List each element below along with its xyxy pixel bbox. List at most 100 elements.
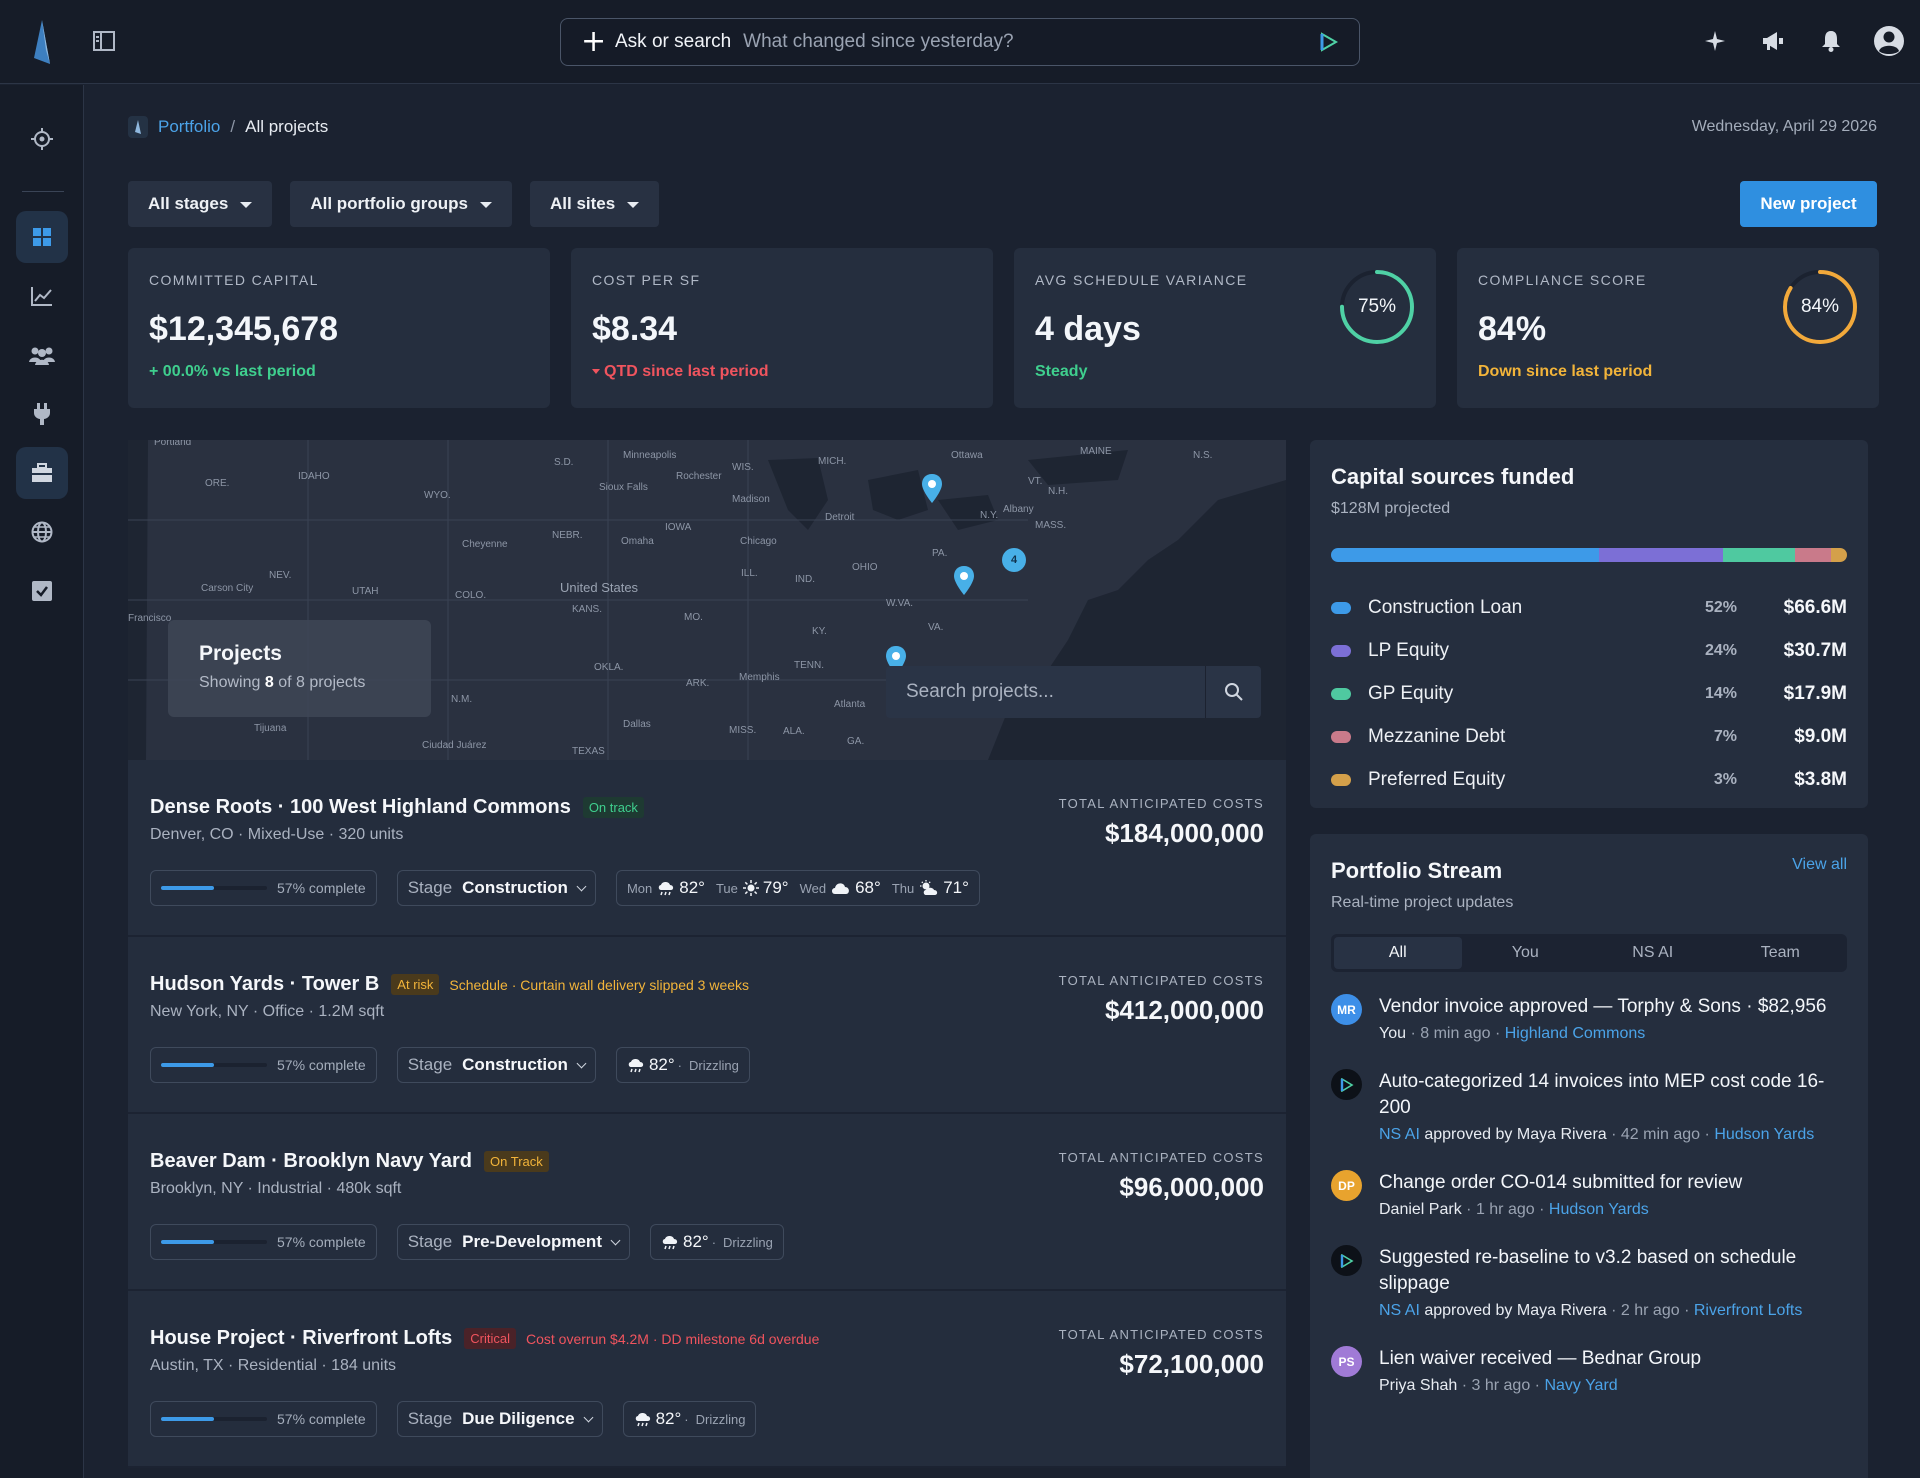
capital-bar-segment	[1599, 548, 1724, 562]
map-label: Chicago	[740, 536, 777, 547]
sidebar-item-global[interactable]	[16, 506, 68, 558]
megaphone-icon[interactable]	[1756, 24, 1790, 58]
kpi-cost-per-sf[interactable]: COST PER SF $8.34 QTD since last period	[571, 248, 993, 408]
source-value: $17.9M	[1783, 682, 1847, 704]
breadcrumb-portfolio-link[interactable]: Portfolio	[158, 117, 220, 137]
capital-source-row[interactable]: Preferred Equity 3% $3.8M	[1331, 758, 1847, 801]
map-pin-icon[interactable]	[953, 566, 975, 596]
sidebar-item-tasks[interactable]	[16, 565, 68, 617]
tab-ns-ai[interactable]: NS AI	[1589, 937, 1717, 969]
global-search[interactable]: + Ask or search What changed since yeste…	[560, 18, 1360, 66]
cost-label: TOTAL ANTICIPATED COSTS	[1058, 796, 1264, 811]
kpi-committed-capital[interactable]: COMMITTED CAPITAL $12,345,678 + 00.0% vs…	[128, 248, 550, 408]
project-name[interactable]: House Project · Riverfront Lofts	[150, 1327, 452, 1350]
map-cluster-marker[interactable]: 4	[1002, 548, 1026, 572]
app-logo[interactable]	[30, 20, 54, 64]
capital-bar-segment	[1723, 548, 1796, 562]
stage-label: Stage	[407, 1409, 453, 1428]
project-link[interactable]: Highland Commons	[1505, 1025, 1646, 1042]
bell-icon[interactable]	[1814, 24, 1848, 58]
map-label: TEXAS	[572, 746, 605, 757]
project-link[interactable]: Navy Yard	[1544, 1377, 1617, 1394]
sidebar-item-integrations[interactable]	[16, 388, 68, 440]
avatar-initials: MR	[1337, 1002, 1356, 1017]
ai-assistant-icon[interactable]	[1319, 32, 1339, 52]
project-card[interactable]: Dense Roots · 100 West Highland Commons …	[128, 760, 1286, 937]
project-link[interactable]: Hudson Yards	[1714, 1126, 1814, 1143]
kpi-schedule-variance[interactable]: AVG SCHEDULE VARIANCE 4 days Steady 75%	[1014, 248, 1436, 408]
progress-ring: 84%	[1781, 268, 1859, 346]
sidebar-toggle-icon[interactable]	[93, 31, 115, 51]
stream-item[interactable]: PS Lien waiver received — Bednar Group Pri…	[1331, 1346, 1847, 1395]
map-label: NEV.	[269, 570, 292, 581]
avatar: MR	[1331, 994, 1362, 1025]
project-name-row: House Project · Riverfront Lofts Critica…	[150, 1327, 819, 1350]
weather-condition: Drizzling	[723, 1234, 773, 1250]
stream-item-title: Lien waiver received — Bednar Group	[1379, 1348, 1702, 1369]
map-label: Ciudad Juárez	[422, 740, 487, 751]
plug-icon	[34, 403, 50, 425]
timestamp: 3 hr ago	[1471, 1377, 1531, 1394]
project-card[interactable]: Hudson Yards · Tower B At risk Schedule …	[128, 937, 1286, 1114]
sidebar-item-analytics[interactable]	[16, 270, 68, 322]
chevron-down-icon	[576, 881, 587, 891]
stream-item[interactable]: Auto-categorized 14 invoices into MEP co…	[1331, 1069, 1847, 1144]
project-name[interactable]: Dense Roots · 100 West Highland Commons	[150, 796, 571, 819]
search-button[interactable]	[1205, 666, 1261, 718]
search-placeholder[interactable]: What changed since yesterday?	[743, 31, 1319, 53]
avatar-initials: PS	[1338, 1354, 1355, 1369]
new-project-button[interactable]: New project	[1740, 181, 1877, 227]
project-card[interactable]: Beaver Dam · Brooklyn Navy Yard On Track…	[128, 1114, 1286, 1291]
tab-you[interactable]: You	[1462, 937, 1590, 969]
map-label: TENN.	[794, 660, 824, 671]
capital-source-row[interactable]: LP Equity 24% $30.7M	[1331, 629, 1847, 672]
map-label: United States	[560, 580, 639, 595]
sidebar-item-dashboard[interactable]	[16, 211, 68, 263]
ai-tag[interactable]: NS AI	[1379, 1126, 1420, 1143]
map-label: N.Y.	[980, 510, 999, 521]
plus-icon[interactable]: +	[581, 27, 606, 57]
filter-portfolio-groups-dropdown[interactable]: All portfolio groups	[290, 181, 513, 227]
project-name[interactable]: Hudson Yards · Tower B	[150, 973, 379, 996]
view-all-link[interactable]: View all	[1792, 856, 1847, 874]
filter-stages-dropdown[interactable]: All stages	[128, 181, 273, 227]
stage-dropdown[interactable]: Stage Construction	[396, 1047, 596, 1083]
project-link[interactable]: Riverfront Lofts	[1694, 1302, 1802, 1319]
stream-item[interactable]: DP Change order CO-014 submitted for revi…	[1331, 1170, 1847, 1219]
map-label: Atlanta	[834, 699, 866, 710]
tab-all[interactable]: All	[1334, 937, 1462, 969]
stream-item[interactable]: Suggested re-baseline to v3.2 based on s…	[1331, 1245, 1847, 1320]
sidebar-item-projects[interactable]	[16, 447, 68, 499]
project-name[interactable]: Beaver Dam · Brooklyn Navy Yard	[150, 1150, 472, 1173]
capital-source-row[interactable]: Construction Loan 52% $66.6M	[1331, 586, 1847, 629]
map-label: MISS.	[729, 725, 757, 736]
search-projects-input[interactable]	[886, 666, 1205, 718]
timestamp: 42 min ago	[1620, 1126, 1701, 1143]
projects-map[interactable]: Minneapolis Ottawa MAINE N.S. MICH. Roch…	[128, 440, 1286, 760]
map-label: COLO.	[455, 590, 487, 601]
stream-item-body: Auto-categorized 14 invoices into MEP co…	[1379, 1069, 1847, 1144]
stage-dropdown[interactable]: Stage Due Diligence	[396, 1401, 603, 1437]
stream-item[interactable]: MR Vendor invoice approved — Torphy & Son…	[1331, 994, 1847, 1043]
approver: approved by Maya Rivera	[1424, 1302, 1607, 1319]
capital-source-row[interactable]: GP Equity 14% $17.9M	[1331, 672, 1847, 715]
actor: You	[1379, 1025, 1406, 1042]
project-card[interactable]: House Project · Riverfront Lofts Critica…	[128, 1291, 1286, 1468]
map-pin-icon[interactable]	[921, 474, 943, 504]
filter-sites-dropdown[interactable]: All sites	[530, 181, 660, 227]
sidebar-item-team[interactable]	[16, 329, 68, 381]
kpi-compliance-score[interactable]: COMPLIANCE SCORE 84% Down since last per…	[1457, 248, 1879, 408]
project-link[interactable]: Hudson Yards	[1549, 1201, 1649, 1218]
sparkle-icon[interactable]	[1698, 24, 1732, 58]
sidebar-item-target[interactable]	[16, 113, 68, 165]
stage-dropdown[interactable]: Stage Construction	[396, 870, 596, 906]
stream-title: Portfolio Stream	[1331, 858, 1503, 883]
progress-fill	[161, 1240, 215, 1244]
tab-team[interactable]: Team	[1717, 937, 1845, 969]
user-avatar-icon[interactable]	[1872, 24, 1906, 58]
stage-dropdown[interactable]: Stage Pre-Development	[396, 1224, 630, 1260]
separator: ·	[1466, 1201, 1472, 1218]
capital-source-row[interactable]: Mezzanine Debt 7% $9.0M	[1331, 715, 1847, 758]
forecast-temp: 71°	[943, 878, 969, 897]
ai-tag[interactable]: NS AI	[1379, 1302, 1420, 1319]
